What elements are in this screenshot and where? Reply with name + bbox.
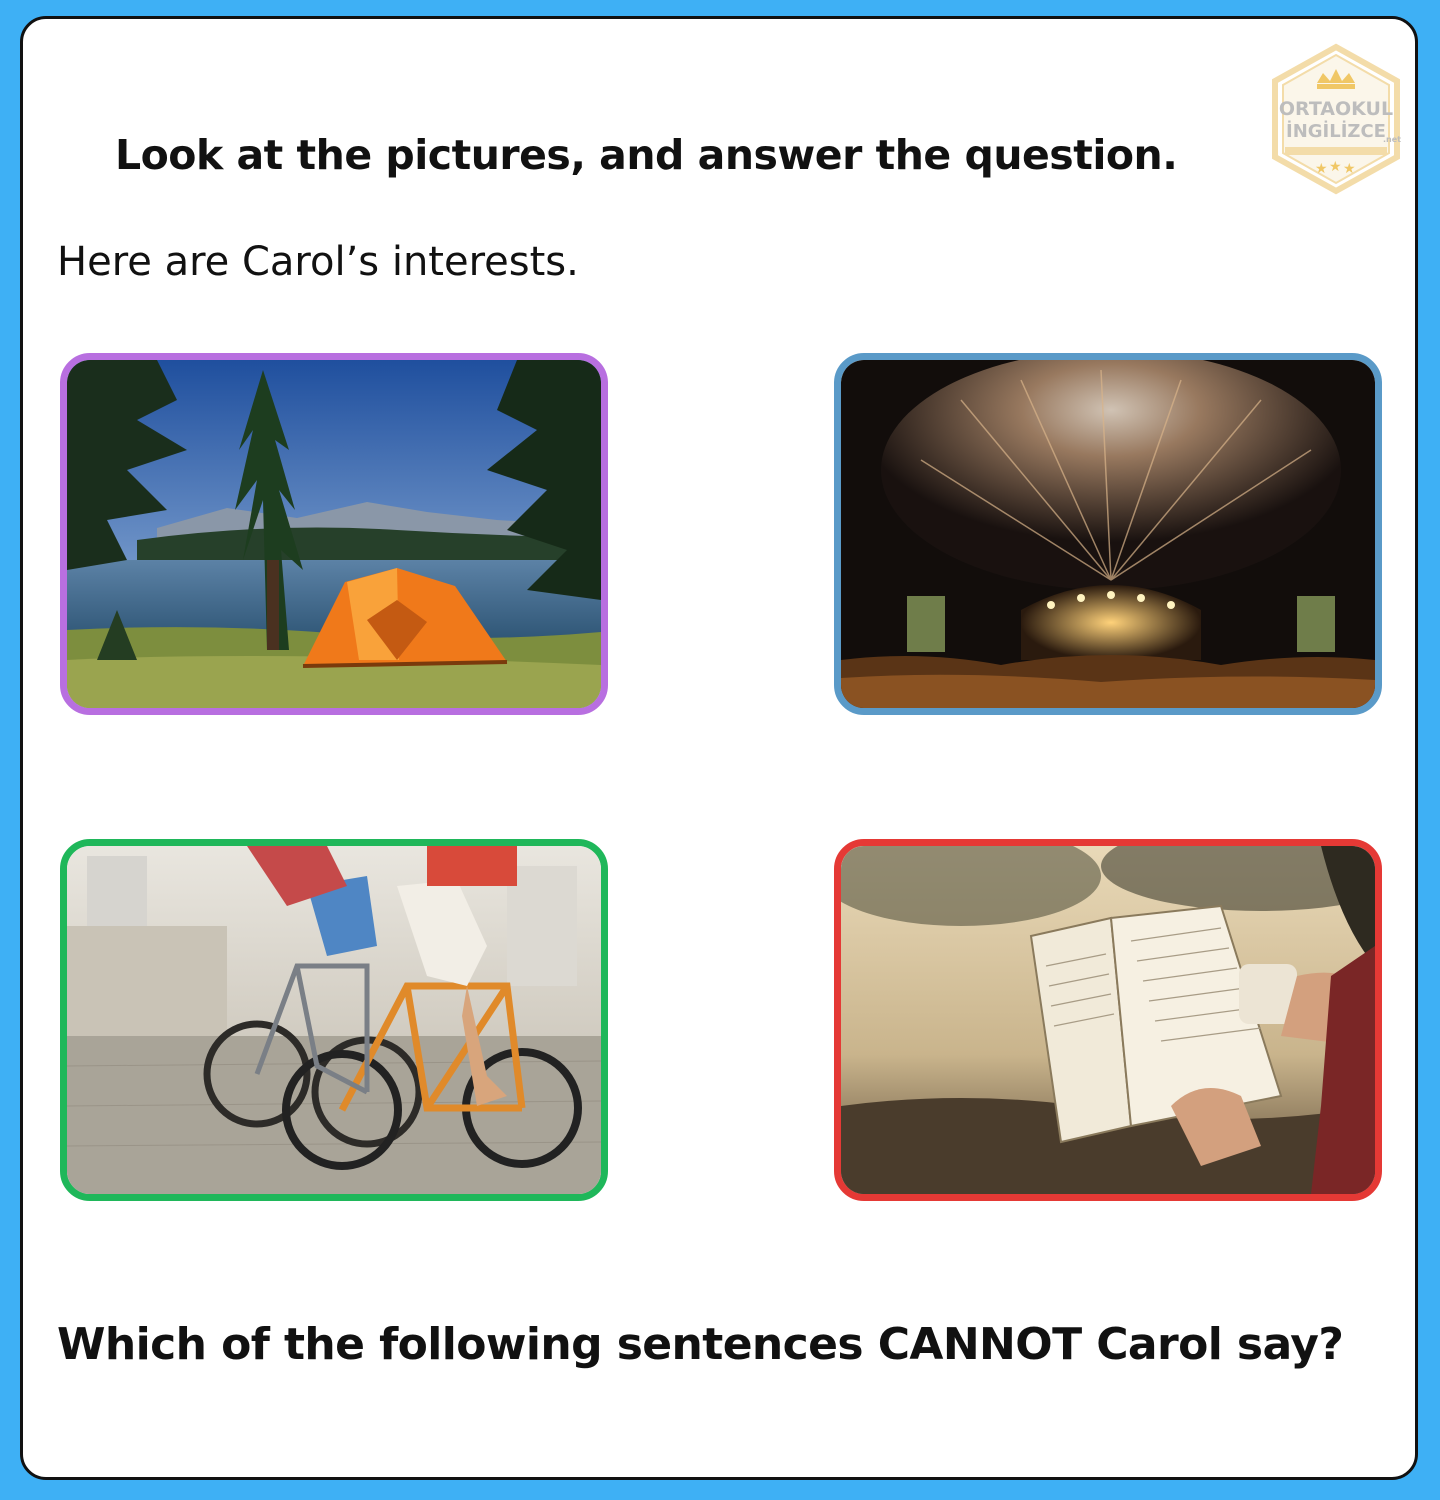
intro-text: Here are Carol’s interests. [57, 239, 579, 285]
reading-picture [834, 839, 1382, 1201]
instruction-heading: Look at the pictures, and answer the que… [115, 131, 1178, 179]
ortaokul-ingilizce-logo: ★ ★ ★ ORTAOKUL İNGİLİZCE .net [1271, 43, 1401, 195]
svg-text:★: ★ [1343, 161, 1356, 177]
logo-suffix: .net [1383, 135, 1401, 144]
svg-text:★: ★ [1329, 159, 1342, 175]
cycling-picture [60, 839, 608, 1201]
worksheet-card: ★ ★ ★ ORTAOKUL İNGİLİZCE .net Look at th… [20, 16, 1418, 1480]
question-text: Which of the following sentences CANNOT … [57, 1319, 1344, 1370]
camping-picture [60, 353, 608, 715]
concert-picture [834, 353, 1382, 715]
svg-text:★: ★ [1315, 161, 1328, 177]
logo-line2: İNGİLİZCE [1286, 121, 1386, 142]
logo-line1: ORTAOKUL [1278, 98, 1394, 120]
